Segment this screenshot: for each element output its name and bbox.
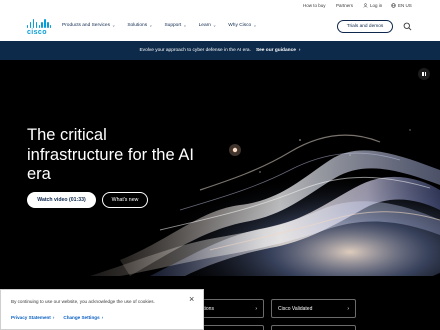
nav-label: Solutions xyxy=(127,23,148,28)
feature-card-2-label: Cisco Validated xyxy=(278,305,313,312)
announcement-banner: Evolve your approach to cyber defense in… xyxy=(0,41,440,60)
pause-icon[interactable] xyxy=(418,68,430,80)
banner-link-label: See our guidance xyxy=(255,48,296,53)
login-link[interactable]: Log in xyxy=(363,3,382,8)
logo-text: cisco xyxy=(27,29,47,36)
main-header: cisco Products and Services ⌄ Solutions ⌄ … xyxy=(0,12,440,41)
login-label: Log in xyxy=(370,3,383,8)
chevron-down-icon: ⌄ xyxy=(112,22,116,28)
nav-label: Why Cisco xyxy=(228,23,252,28)
close-icon[interactable]: × xyxy=(189,295,194,304)
chevron-right-icon: › xyxy=(255,305,257,312)
chevron-right-icon: › xyxy=(298,48,301,53)
how-to-buy-link[interactable]: How to buy xyxy=(303,3,326,8)
nav-support[interactable]: Support ⌄ xyxy=(164,22,187,29)
nav-products-and-services[interactable]: Products and Services ⌄ xyxy=(62,22,116,29)
chevron-right-icon: › xyxy=(101,315,104,320)
how-to-buy-label: How to buy xyxy=(303,3,326,8)
change-settings-link[interactable]: Change Settings › xyxy=(63,315,103,320)
user-icon xyxy=(363,3,368,8)
partners-label: Partners xyxy=(336,3,354,8)
banner-link[interactable]: See our guidance › xyxy=(256,48,301,53)
nav-label: Products and Services xyxy=(62,23,110,28)
watch-video-button[interactable]: Watch video (01:33) xyxy=(27,192,96,208)
nav-label: Learn xyxy=(198,23,211,28)
nav-solutions[interactable]: Solutions ⌄ xyxy=(127,22,153,29)
banner-text: Evolve your approach to cyber defense in… xyxy=(139,48,251,53)
privacy-statement-label: Privacy Statement xyxy=(11,315,51,320)
language-selector[interactable]: EN US xyxy=(391,3,412,8)
chevron-down-icon: ⌄ xyxy=(183,22,187,28)
nav-why-cisco[interactable]: Why Cisco ⌄ xyxy=(228,22,257,29)
chevron-right-icon: › xyxy=(347,305,349,312)
nav-label: Support xyxy=(164,23,182,28)
whats-new-button[interactable]: What's new xyxy=(102,192,148,208)
privacy-statement-link[interactable]: Privacy Statement › xyxy=(11,315,54,320)
cookie-consent-popup: By continuing to use our website, you ac… xyxy=(0,289,204,330)
main-nav: Products and Services ⌄ Solutions ⌄ Suppor… xyxy=(62,22,269,29)
chevron-down-icon: ⌄ xyxy=(212,22,217,28)
globe-icon xyxy=(391,3,396,8)
chevron-down-icon: ⌄ xyxy=(149,22,153,28)
partners-link[interactable]: Partners xyxy=(336,3,353,8)
feature-card-cisco-validated[interactable]: Cisco Validated › xyxy=(271,299,356,318)
change-settings-label: Change Settings xyxy=(63,315,100,320)
trials-and-demos-button[interactable]: Trials and demos xyxy=(337,20,393,33)
nav-learn[interactable]: Learn ⌄ xyxy=(198,22,217,29)
cisco-logo[interactable]: cisco xyxy=(27,19,53,36)
cisco-logo-bars-icon xyxy=(27,19,53,28)
cookie-message: By continuing to use our website, you ac… xyxy=(11,299,155,304)
chevron-down-icon: ⌄ xyxy=(253,22,257,28)
cookie-links: Privacy Statement › Change Settings › xyxy=(11,315,103,320)
hero-section: The critical infrastructure for the AI e… xyxy=(0,60,440,276)
language-label: EN US xyxy=(398,3,412,8)
chevron-right-icon: › xyxy=(52,315,55,320)
utility-bar: How to buy Partners Log in EN US xyxy=(0,0,440,12)
feature-card-4[interactable] xyxy=(271,325,356,330)
search-icon[interactable] xyxy=(403,22,412,31)
hero-title: The critical infrastructure for the AI e… xyxy=(27,126,194,183)
